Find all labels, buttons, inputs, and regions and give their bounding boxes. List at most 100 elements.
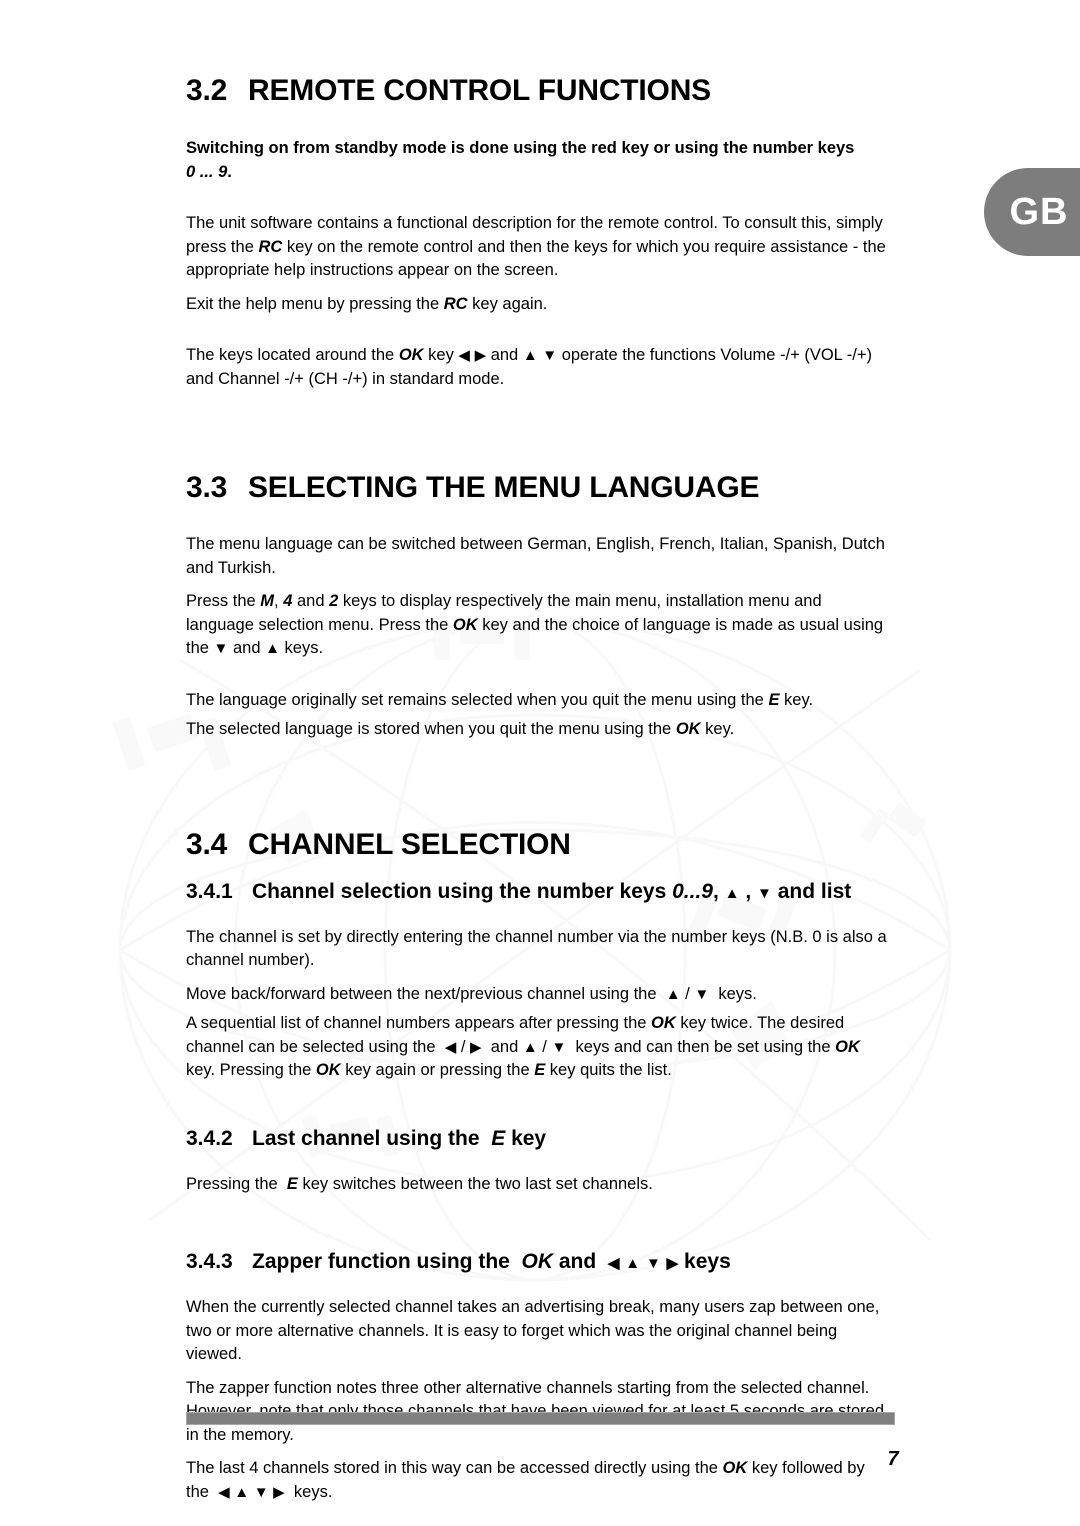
para-text: A sequential list of channel numbers app… (186, 1014, 652, 1032)
para-text: Move back/forward between the next/previ… (186, 984, 662, 1003)
section-3-4-1-paragraph-1: The channel is set by directly entering … (186, 927, 887, 970)
key-ok: OK (835, 1037, 860, 1056)
key-e: E (534, 1061, 546, 1079)
para-text: key quits the list. (545, 1061, 672, 1079)
arrow-up-icon: ▲ (522, 1038, 538, 1056)
para-text: / (680, 984, 695, 1003)
manual-page: GB 3.2 REMOTE CONTROL FUNCTIONS Switching… (0, 0, 1080, 1526)
para-text: key again. (467, 294, 548, 313)
key-e: E (768, 690, 780, 709)
subsection-title-text: key (505, 1126, 547, 1150)
section-3-3-paragraph-3: The language originally set remains sele… (186, 689, 892, 713)
para-text: keys. (279, 639, 324, 657)
para-text: key on the remote control and then the k… (186, 237, 886, 280)
key-rc: RC (258, 237, 283, 256)
para-text: key switches between the two last set ch… (297, 1174, 653, 1193)
para-text: key. (779, 690, 814, 709)
section-3-4-1-paragraph-3: A sequential list of channel numbers app… (186, 1012, 892, 1083)
arrow-down-icon: ▼ (551, 1038, 567, 1056)
section-3-2-paragraph-2: Exit the help menu by pressing the RC ke… (186, 293, 892, 317)
arrow-down-icon: ▼ (694, 985, 710, 1003)
section-heading-3-2: 3.2 REMOTE CONTROL FUNCTIONS (186, 74, 892, 108)
section-heading-3-4: 3.4 CHANNEL SELECTION (186, 828, 892, 862)
arrow-right-icon: ▶ (666, 1255, 679, 1272)
section-3-4-3-paragraph-1: When the currently selected channel take… (186, 1298, 880, 1363)
key-ok: OK (651, 1014, 676, 1032)
para-text: , (274, 592, 284, 610)
key-ok: OK (315, 1061, 341, 1079)
subsection-heading-3-4-3: 3.4.3 Zapper function using the OK and ◀ … (186, 1250, 892, 1274)
section-number-3-4: 3.4 (186, 827, 228, 861)
arrow-up-icon: ▲ (522, 347, 538, 364)
section-3-4-1-paragraph-2: Move back/forward between the next/previ… (186, 983, 892, 1007)
key-rc: RC (443, 294, 468, 313)
subsection-title-text: and list (771, 879, 852, 903)
para-text: key. (700, 720, 735, 738)
para-text: Exit the help menu by pressing the (186, 294, 444, 313)
para-text: The last 4 channels stored in this way c… (186, 1459, 723, 1477)
section-title-3-4: CHANNEL SELECTION (248, 827, 571, 861)
section-3-2-lead: Switching on from standby mode is done u… (186, 136, 892, 184)
para-text: The language originally set remains sele… (186, 690, 769, 709)
arrow-up-icon: ▲ (724, 884, 740, 902)
para-text: The selected language is stored when you… (186, 720, 676, 738)
para-text: and (486, 346, 523, 364)
para-text: / (456, 1037, 471, 1056)
section-3-4-3-paragraph-3: The last 4 channels stored in this way c… (186, 1457, 892, 1504)
key-e: E (491, 1126, 506, 1150)
arrow-down-icon: ▼ (757, 884, 772, 902)
para-text: Pressing the (186, 1174, 283, 1193)
para-text: key. Pressing the (186, 1061, 316, 1079)
key-ok: OK (722, 1459, 748, 1477)
arrow-down-icon: ▼ (645, 1255, 661, 1272)
section-title-3-3: SELECTING THE MENU LANGUAGE (248, 471, 760, 504)
page-content: 3.2 REMOTE CONTROL FUNCTIONS Switching on… (186, 0, 892, 1504)
para-text: keys. (289, 1482, 333, 1501)
para-text: key again or pressing the (340, 1061, 535, 1079)
lead-period: . (227, 163, 232, 181)
para-text: and (292, 592, 330, 610)
language-tab-label: GB (1009, 191, 1069, 233)
arrow-down-icon: ▼ (213, 640, 229, 657)
section-3-4-2-paragraph-1: Pressing the E key switches between the … (186, 1173, 892, 1197)
subsection-title-text: keys (678, 1250, 731, 1273)
para-text: keys and can then be set using the (570, 1037, 836, 1056)
section-3-2-paragraph-3: The keys located around the OK key ◀ ▶ a… (186, 344, 892, 391)
subsection-number-3-4-3: 3.4.3 (186, 1250, 233, 1273)
subsection-number-3-4-1: 3.4.1 (186, 879, 233, 903)
key-ok: OK (675, 720, 701, 738)
para-text: Press the (186, 592, 261, 610)
key-ok: OK (398, 346, 424, 364)
arrow-right-icon: ▶ (474, 347, 487, 364)
key-m: M (260, 592, 275, 610)
section-number-3-2: 3.2 (186, 74, 228, 107)
subsection-heading-3-4-2: 3.4.2 Last channel using the E key (186, 1127, 892, 1151)
key-2: 2 (329, 592, 339, 610)
lead-number-keys: 0 ... 9 (186, 163, 228, 181)
subsection-title-text: , (712, 879, 725, 903)
subsection-title-text: Last channel using the (252, 1126, 486, 1150)
subsection-title-text: Zapper function using the (252, 1250, 516, 1273)
arrow-right-icon: ▶ (273, 1483, 285, 1501)
subsection-title-text: and (553, 1250, 603, 1273)
subsection-heading-3-4-1: 3.4.1 Channel selection using the number … (186, 880, 892, 904)
subsection-number-3-4-2: 3.4.2 (186, 1126, 233, 1150)
para-text: and (486, 1037, 523, 1056)
para-text: keys. (713, 984, 757, 1003)
lead-text: Switching on from standby mode is done u… (186, 139, 855, 157)
section-3-3-paragraph-2: Press the M, 4 and 2 keys to display res… (186, 590, 892, 661)
section-heading-3-3: 3.3 SELECTING THE MENU LANGUAGE (186, 471, 892, 505)
para-text: and (228, 639, 266, 657)
arrow-down-icon: ▼ (542, 347, 558, 364)
footer-rule (186, 1412, 895, 1425)
arrow-up-icon: ▲ (234, 1483, 250, 1501)
para-text: key (423, 346, 459, 364)
key-e: E (286, 1174, 298, 1193)
arrow-left-icon: ◀ (458, 347, 470, 364)
arrow-right-icon: ▶ (470, 1038, 482, 1056)
section-number-3-3: 3.3 (186, 471, 228, 504)
arrow-left-icon: ◀ (218, 1483, 230, 1501)
section-3-3-paragraph-1: The menu language can be switched betwee… (186, 535, 885, 577)
key-number-range: 0...9 (672, 879, 713, 903)
arrow-up-icon: ▲ (265, 640, 280, 657)
